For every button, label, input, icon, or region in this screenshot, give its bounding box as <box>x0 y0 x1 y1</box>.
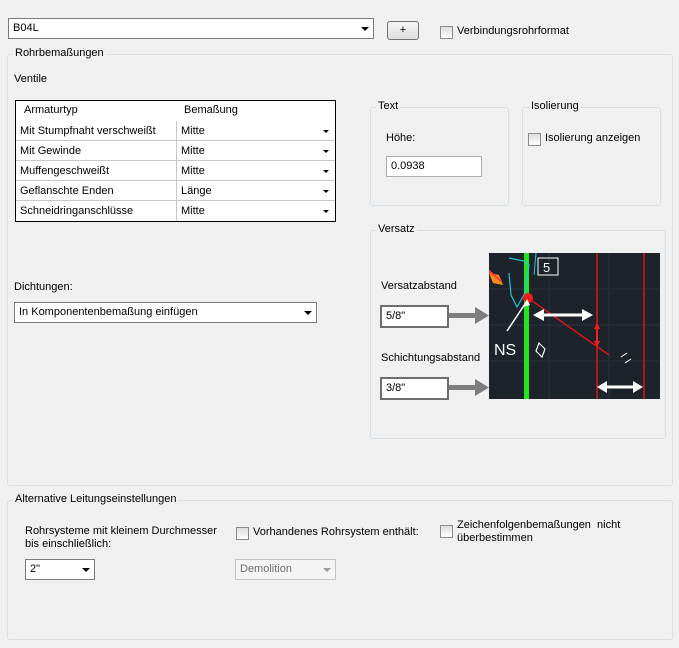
dimension-select[interactable]: Mitte <box>177 201 335 221</box>
existing-pipe-value: Demolition <box>240 563 292 575</box>
dimension-value: Mitte <box>181 145 205 157</box>
chevron-down-icon <box>323 568 331 572</box>
preview-ns-label: NS <box>494 342 516 359</box>
valves-table: Armaturtyp Bemaßung Mit Stumpfnaht versc… <box>15 100 336 222</box>
offset-group-title: Versatz <box>376 223 417 235</box>
dimension-select[interactable]: Länge <box>177 181 335 201</box>
chevron-down-icon <box>323 130 329 133</box>
dimension-select[interactable]: Mitte <box>177 121 335 141</box>
column-header-dimension: Bemaßung <box>184 104 238 116</box>
connection-format-label: Verbindungsrohrformat <box>457 25 569 37</box>
table-row: Mit Stumpfnaht verschweißt Mitte <box>16 121 335 141</box>
chevron-down-icon <box>323 150 329 153</box>
stacking-distance-label: Schichtungsabstand <box>381 352 481 364</box>
chevron-down-icon <box>304 311 312 315</box>
fitting-type-cell: Mit Gewinde <box>16 141 177 161</box>
offset-distance-label: Versatzabstand <box>381 280 457 292</box>
fitting-type-cell: Muffengeschweißt <box>16 161 177 181</box>
dimension-select[interactable]: Mitte <box>177 161 335 181</box>
text-group-title: Text <box>376 100 401 112</box>
text-height-input[interactable]: 0.0938 <box>386 156 482 177</box>
gaskets-label: Dichtungen: <box>14 281 73 293</box>
dimension-select[interactable]: Mitte <box>177 141 335 161</box>
stacking-pointer-arrow <box>449 379 489 396</box>
chevron-down-icon <box>323 210 329 213</box>
table-row: Schneidringanschlüsse Mitte <box>16 201 335 221</box>
small-pipe-value: 2" <box>30 563 41 575</box>
show-insulation-checkbox[interactable] <box>528 133 541 146</box>
chevron-down-icon <box>323 170 329 173</box>
string-dimension-label-line2: überbestimmen <box>457 532 533 544</box>
offset-distance-input[interactable]: 5/8" <box>380 305 449 328</box>
fitting-type-cell: Geflanschte Enden <box>16 181 177 201</box>
pipe-spec-dropdown[interactable]: B04L <box>8 18 374 39</box>
small-pipe-label-line2: bis einschließlich: <box>25 538 112 550</box>
add-button[interactable]: + <box>387 21 419 40</box>
valves-label: Ventile <box>14 73 48 85</box>
alternative-settings-title: Alternative Leitungseinstellungen <box>13 493 179 505</box>
stacking-distance-input[interactable]: 3/8" <box>380 377 449 400</box>
gaskets-value: In Komponentenbemaßung einfügen <box>19 306 198 318</box>
table-row: Mit Gewinde Mitte <box>16 141 335 161</box>
column-header-fitting-type: Armaturtyp <box>24 104 78 116</box>
gaskets-dropdown[interactable]: In Komponentenbemaßung einfügen <box>14 302 317 323</box>
string-dimension-checkbox[interactable] <box>440 525 453 538</box>
pipe-dimensions-title: Rohrbemaßungen <box>13 47 106 59</box>
offset-pointer-arrow <box>449 307 489 324</box>
string-dimension-label-line1: Zeichenfolgenbemaßungen nicht <box>457 519 621 531</box>
chevron-down-icon <box>82 568 90 572</box>
pipe-spec-value: B04L <box>13 22 39 34</box>
table-row: Geflanschte Enden Länge <box>16 181 335 201</box>
preview-number: 5 <box>543 260 550 275</box>
existing-pipe-checkbox[interactable] <box>236 527 249 540</box>
table-header: Armaturtyp Bemaßung <box>16 101 335 119</box>
dimension-value: Mitte <box>181 205 205 217</box>
table-row: Muffengeschweißt Mitte <box>16 161 335 181</box>
offset-preview-image: 5 NS <box>489 253 660 399</box>
dimension-value: Länge <box>181 185 212 197</box>
show-insulation-label: Isolierung anzeigen <box>545 132 641 144</box>
connection-format-checkbox[interactable] <box>440 26 453 39</box>
fitting-type-cell: Mit Stumpfnaht verschweißt <box>16 121 177 141</box>
chevron-down-icon <box>361 27 369 31</box>
dimension-value: Mitte <box>181 125 205 137</box>
dimension-value: Mitte <box>181 165 205 177</box>
chevron-down-icon <box>323 190 329 193</box>
height-label: Höhe: <box>386 132 416 144</box>
insulation-group <box>522 107 661 206</box>
insulation-group-title: Isolierung <box>529 100 581 112</box>
small-pipe-dropdown[interactable]: 2" <box>25 559 95 580</box>
existing-pipe-dropdown[interactable]: Demolition <box>235 559 336 580</box>
small-pipe-label-line1: Rohrsysteme mit kleinem Durchmesser <box>25 525 217 537</box>
existing-pipe-label: Vorhandenes Rohrsystem enthält: <box>253 526 419 538</box>
fitting-type-cell: Schneidringanschlüsse <box>16 201 177 221</box>
